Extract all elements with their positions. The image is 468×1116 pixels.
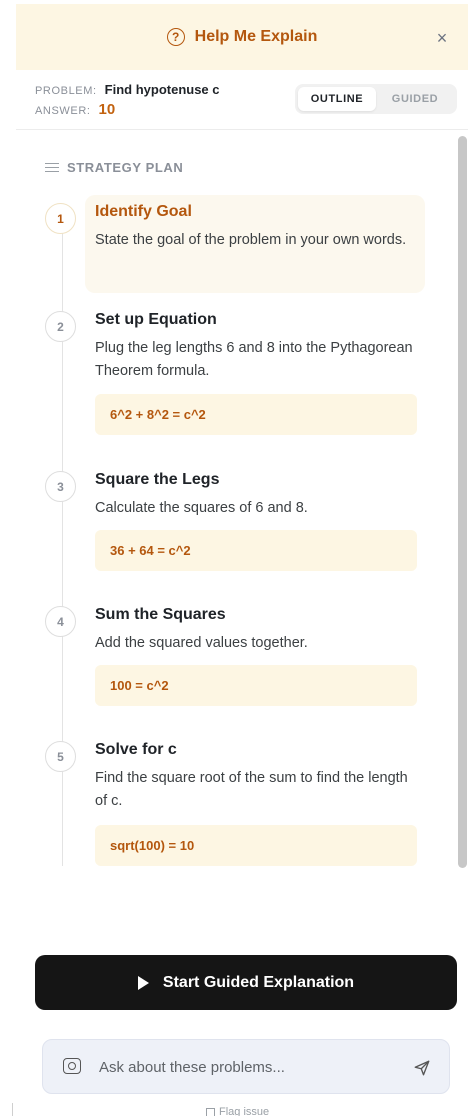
- problem-value: Find hypotenuse c: [104, 82, 220, 97]
- step-description: Find the square root of the sum to find …: [95, 770, 408, 809]
- help-me-explain-panel: ? Help Me Explain × PROBLEM: Find hypote…: [16, 0, 468, 1116]
- problem-summary: PROBLEM: Find hypotenuse c ANSWER: 10 OU…: [16, 70, 468, 130]
- start-guided-explanation-label: Start Guided Explanation: [162, 973, 355, 991]
- answer-row: ANSWER: 10: [35, 101, 115, 118]
- step-formula: sqrt(100) = 10: [95, 825, 417, 866]
- step-description: State the goal of the problem in your ow…: [95, 232, 407, 248]
- tab-outline[interactable]: OUTLINE: [298, 87, 376, 111]
- question-circle-icon: ?: [166, 28, 185, 46]
- step-number: 2: [45, 311, 76, 342]
- play-icon: [137, 975, 149, 990]
- step-number: 5: [45, 741, 76, 772]
- chat-box: [42, 1039, 450, 1094]
- step-title: Set up Equation: [95, 311, 217, 328]
- chat-input[interactable]: [99, 1054, 399, 1080]
- step-formula: 36 + 64 = c^2: [95, 530, 417, 571]
- step-number: 1: [45, 203, 76, 234]
- panel-title: ? Help Me Explain: [166, 28, 318, 46]
- close-icon[interactable]: ×: [434, 29, 450, 47]
- send-icon[interactable]: [413, 1059, 431, 1077]
- step-title: Identify Goal: [95, 203, 192, 220]
- step-title: Sum the Squares: [95, 606, 226, 623]
- camera-icon[interactable]: [63, 1058, 81, 1074]
- step-description: Add the squared values together.: [95, 635, 308, 651]
- step-number: 3: [45, 471, 76, 502]
- flag-icon: [206, 1107, 215, 1116]
- answer-key: ANSWER:: [35, 105, 91, 117]
- edge-divider: [12, 1103, 13, 1116]
- list-icon: [45, 162, 59, 173]
- step-number: 4: [45, 606, 76, 637]
- mode-toggle: OUTLINE GUIDED: [295, 84, 457, 114]
- problem-row: PROBLEM: Find hypotenuse c: [35, 82, 220, 97]
- flag-issue-link[interactable]: Flag issue: [206, 1106, 269, 1116]
- step-formula: 100 = c^2: [95, 665, 417, 706]
- strategy-heading-label: STRATEGY PLAN: [67, 160, 184, 175]
- panel-title-label: Help Me Explain: [194, 28, 318, 45]
- answer-value: 10: [98, 101, 116, 118]
- strategy-scroll-area[interactable]: STRATEGY PLAN 1 Identify Goal State the …: [16, 131, 468, 937]
- problem-key: PROBLEM:: [35, 85, 97, 97]
- tab-guided[interactable]: GUIDED: [376, 87, 454, 111]
- start-guided-explanation-button[interactable]: Start Guided Explanation: [35, 955, 457, 1010]
- strategy-heading: STRATEGY PLAN: [45, 160, 183, 175]
- step-title: Square the Legs: [95, 471, 220, 488]
- scrollbar-thumb[interactable]: [458, 136, 467, 868]
- step-description: Plug the leg lengths 6 and 8 into the Py…: [95, 340, 413, 379]
- step-description: Calculate the squares of 6 and 8.: [95, 500, 308, 516]
- step-formula: 6^2 + 8^2 = c^2: [95, 394, 417, 435]
- step-title: Solve for c: [95, 741, 177, 758]
- panel-header: ? Help Me Explain ×: [16, 0, 468, 70]
- flag-issue-label: Flag issue: [219, 1106, 270, 1116]
